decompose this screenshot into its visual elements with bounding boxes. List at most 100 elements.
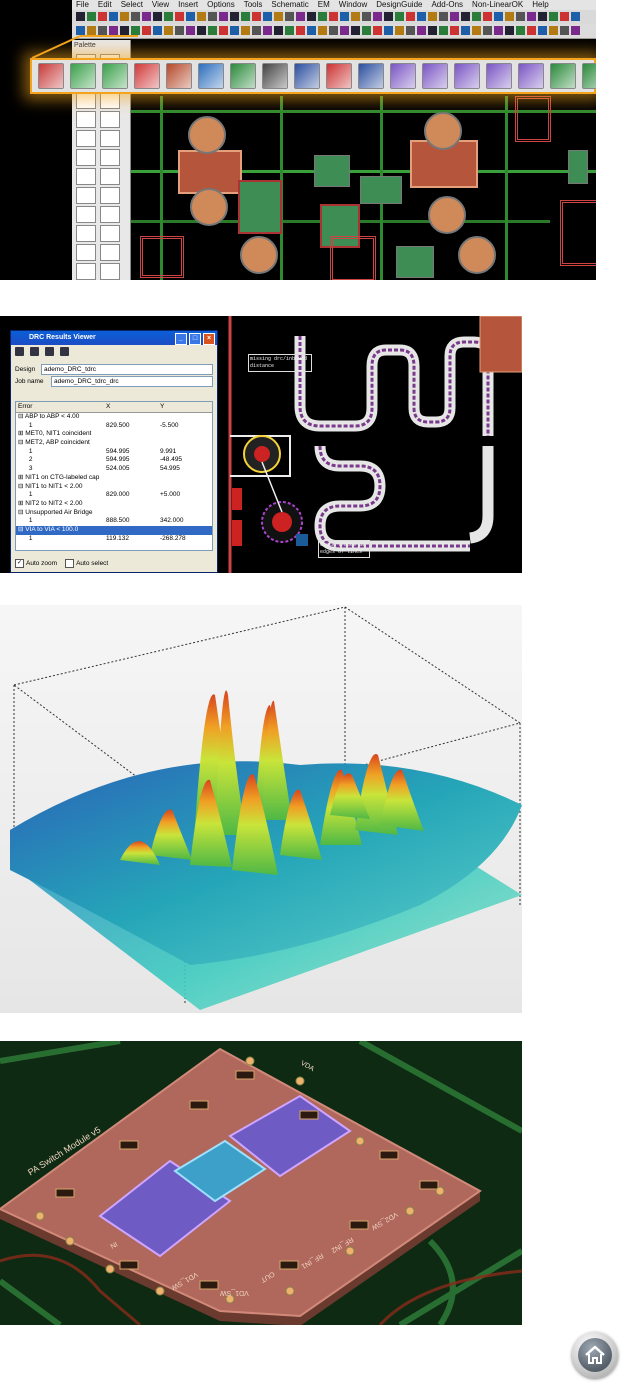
table-row[interactable]: 2 594.995 -48.495: [16, 456, 212, 465]
toolbar-icon[interactable]: [472, 12, 481, 21]
toolbar-icon[interactable]: [516, 26, 525, 35]
toolbar-icon[interactable]: [351, 26, 360, 35]
toolbar-icon[interactable]: [142, 12, 151, 21]
toolbar-icon[interactable]: [120, 12, 129, 21]
toolbar-icon[interactable]: [166, 63, 192, 89]
toolbar-icon[interactable]: [450, 12, 459, 21]
toolbar-icon[interactable]: [538, 26, 547, 35]
palette-component[interactable]: [76, 92, 96, 109]
palette-component[interactable]: [76, 149, 96, 166]
toolbar-icon[interactable]: [351, 12, 360, 21]
toolbar-icon[interactable]: [329, 26, 338, 35]
menu-item[interactable]: Window: [339, 0, 367, 10]
toolbar-icon[interactable]: [461, 26, 470, 35]
palette-component[interactable]: [76, 187, 96, 204]
table-row[interactable]: ⊟ VIA to VIA < 100.0: [16, 525, 212, 535]
palette-component[interactable]: [100, 149, 120, 166]
toolbar-icon[interactable]: [102, 63, 128, 89]
table-row[interactable]: ⊟ ABP to ABP < 4.00: [16, 413, 212, 422]
grid-icon[interactable]: [60, 347, 69, 356]
toolbar-icon[interactable]: [505, 26, 514, 35]
menu-item[interactable]: Schematic: [271, 0, 308, 10]
toolbar-icon[interactable]: [307, 12, 316, 21]
menu-item[interactable]: View: [152, 0, 169, 10]
table-row[interactable]: 1 829.500 -5.500: [16, 422, 212, 431]
toolbar-icon[interactable]: [153, 12, 162, 21]
menu-item[interactable]: File: [76, 0, 89, 10]
toolbar-icon[interactable]: [98, 12, 107, 21]
toolbar-icon[interactable]: [134, 63, 160, 89]
toolbar-icon[interactable]: [186, 12, 195, 21]
open-icon[interactable]: [15, 347, 24, 356]
toolbar-icon[interactable]: [417, 26, 426, 35]
table-row[interactable]: ⊞ NIT1 on CTG-labeled cap: [16, 474, 212, 483]
table-row[interactable]: 1 119.132 -268.278: [16, 535, 212, 544]
toolbar-icon[interactable]: [164, 26, 173, 35]
close-button[interactable]: ×: [203, 333, 215, 345]
toolbar-icon[interactable]: [527, 26, 536, 35]
toolbar-icon[interactable]: [274, 26, 283, 35]
toolbar-icon[interactable]: [208, 12, 217, 21]
toolbar-icon[interactable]: [454, 63, 480, 89]
toolbar-icon[interactable]: [571, 12, 580, 21]
toolbar-icon[interactable]: [153, 26, 162, 35]
menu-item[interactable]: Select: [121, 0, 143, 10]
toolbar-icon[interactable]: [373, 26, 382, 35]
toolbar-icon[interactable]: [186, 26, 195, 35]
toolbar-icon[interactable]: [197, 12, 206, 21]
toolbar-icon[interactable]: [439, 12, 448, 21]
toolbar-icon[interactable]: [417, 12, 426, 21]
palette-component[interactable]: [100, 111, 120, 128]
palette-component[interactable]: [100, 263, 120, 280]
toolbar-icon[interactable]: [230, 63, 256, 89]
table-row[interactable]: 1 829.000 +5.000: [16, 491, 212, 500]
menu-item[interactable]: Tools: [244, 0, 263, 10]
palette-component[interactable]: [100, 168, 120, 185]
table-row[interactable]: ⊟ NIT1 to NIT1 < 2.00: [16, 483, 212, 492]
toolbar-icon[interactable]: [109, 12, 118, 21]
maximize-button[interactable]: □: [189, 333, 201, 345]
toolbar-icon[interactable]: [131, 12, 140, 21]
toolbar-icon[interactable]: [450, 26, 459, 35]
job-select[interactable]: ademo_DRC_tdrc_drc: [51, 375, 213, 387]
minimize-button[interactable]: _: [175, 333, 187, 345]
toolbar-icon[interactable]: [560, 26, 569, 35]
toolbar-icon[interactable]: [358, 63, 384, 89]
toolbar-icon[interactable]: [252, 26, 261, 35]
palette-component[interactable]: [76, 130, 96, 147]
toolbar-icon[interactable]: [307, 26, 316, 35]
toolbar-icon[interactable]: [219, 12, 228, 21]
menu-item[interactable]: Help: [532, 0, 548, 10]
menu-item[interactable]: DesignGuide: [376, 0, 422, 10]
toolbar-icon[interactable]: [390, 63, 416, 89]
palette-component[interactable]: [100, 225, 120, 242]
toolbar-icon[interactable]: [560, 12, 569, 21]
toolbar-icon[interactable]: [406, 26, 415, 35]
auto-select-checkbox[interactable]: Auto select: [65, 559, 108, 568]
toolbar-icon[interactable]: [384, 12, 393, 21]
toolbar-icon[interactable]: [87, 12, 96, 21]
toolbar-icon[interactable]: [70, 63, 96, 89]
palette-component[interactable]: [76, 168, 96, 185]
design-select[interactable]: ademo_DRC_tdrc: [41, 363, 213, 375]
toolbar-icon[interactable]: [252, 12, 261, 21]
toolbar-icon[interactable]: [296, 26, 305, 35]
table-row[interactable]: ⊞ NIT2 to NIT2 < 2.00: [16, 500, 212, 509]
menu-item[interactable]: EM: [318, 0, 330, 10]
toolbar-icon[interactable]: [428, 12, 437, 21]
toolbar-icon[interactable]: [198, 63, 224, 89]
toolbar-icon[interactable]: [285, 26, 294, 35]
toolbar-icon[interactable]: [373, 12, 382, 21]
menu-item[interactable]: Insert: [178, 0, 198, 10]
toolbar-icon[interactable]: [549, 26, 558, 35]
toolbar-icon[interactable]: [494, 26, 503, 35]
menu-item[interactable]: Edit: [98, 0, 112, 10]
filter-icon[interactable]: [45, 347, 54, 356]
toolbar-icon[interactable]: [329, 12, 338, 21]
table-row[interactable]: 1 888.500 342.000: [16, 517, 212, 526]
menu-item[interactable]: Options: [207, 0, 235, 10]
palette-component[interactable]: [76, 206, 96, 223]
column-header[interactable]: Error: [16, 402, 106, 412]
toolbar-icon[interactable]: [362, 12, 371, 21]
toolbar-icon[interactable]: [318, 26, 327, 35]
